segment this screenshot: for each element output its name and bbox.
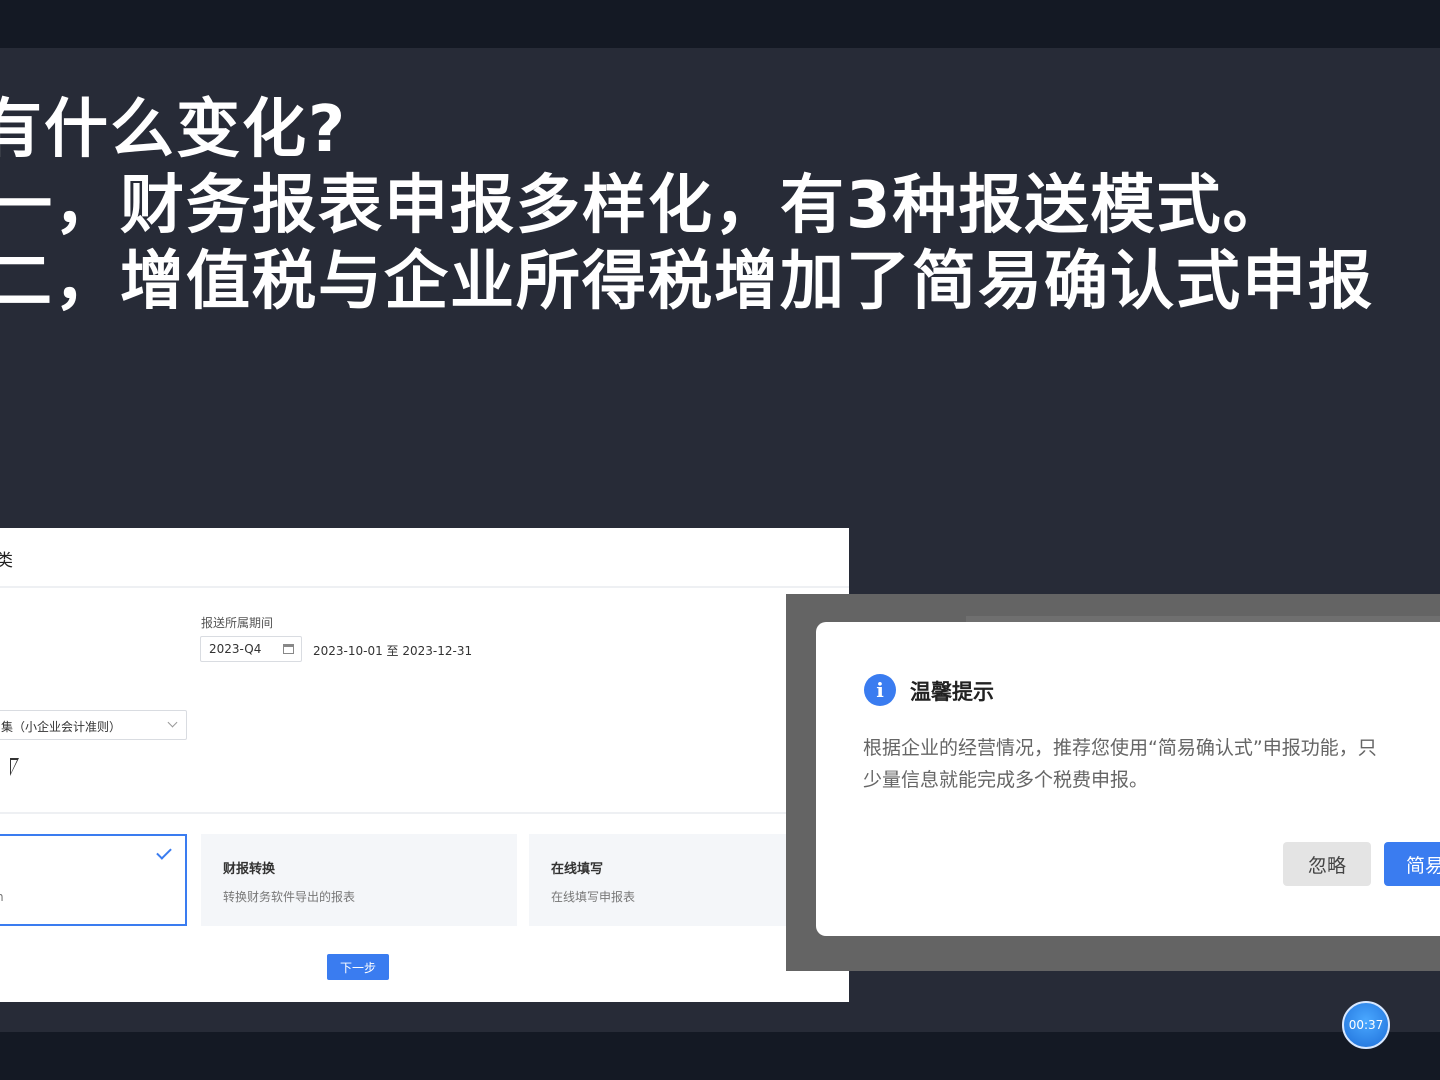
period-range: 2023-10-01 至 2023-12-31 xyxy=(313,644,473,658)
mode-card-report-conversion[interactable]: 财报转换 转换财务软件导出的报表 xyxy=(201,834,517,926)
next-step-button[interactable]: 下一步 xyxy=(327,954,389,980)
top-letterbox-bar xyxy=(0,0,1440,48)
report-type-panel: 类 报送所属期间 2023-Q4 2023-10-01 至 2023-12-31… xyxy=(0,528,849,1002)
headline-line-3: 二，增值税与企业所得税增加了简易确认式申报 xyxy=(0,245,1374,319)
headline-line-2: 一，财务报表申报多样化，有3种报送模式。 xyxy=(0,169,1289,243)
accounting-standard-value: 集（小企业会计准则） xyxy=(1,720,122,734)
divider xyxy=(0,812,849,814)
dialog-body-line: 根据企业的经营情况，推荐您使用“简易确认式”申报功能，只 xyxy=(863,737,1377,759)
bottom-letterbox-bar xyxy=(0,1032,1440,1080)
dialog-body: 根据企业的经营情况，推荐您使用“简易确认式”申报功能，只 少量信息就能完成多个税… xyxy=(863,732,1440,796)
mode-card-selected[interactable]: n xyxy=(0,834,187,926)
ignore-button[interactable]: 忽略 xyxy=(1283,842,1371,886)
info-icon: i xyxy=(864,674,896,706)
calendar-icon[interactable] xyxy=(283,644,294,654)
panel-title: 类 xyxy=(0,551,13,571)
headline-line-1: 有什么变化? xyxy=(0,93,348,167)
check-icon xyxy=(156,844,172,860)
period-value: 2023-Q4 xyxy=(209,642,262,656)
chevron-down-icon xyxy=(167,717,178,728)
tip-dialog: i 温馨提示 根据企业的经营情况，推荐您使用“简易确认式”申报功能，只 少量信息… xyxy=(816,622,1440,936)
period-label: 报送所属期间 xyxy=(201,616,274,630)
mode-card-title: 财报转换 xyxy=(223,862,276,877)
dialog-title: 温馨提示 xyxy=(910,680,994,704)
mode-card-desc: 在线填写申报表 xyxy=(551,890,636,904)
dialog-body-line: 少量信息就能完成多个税费申报。 xyxy=(863,769,1149,791)
dialog-overlay: i 温馨提示 根据企业的经营情况，推荐您使用“简易确认式”申报功能，只 少量信息… xyxy=(786,594,1440,971)
divider xyxy=(0,586,849,588)
mode-card-desc: n xyxy=(0,890,4,904)
mode-card-title: 在线填写 xyxy=(551,862,604,877)
accounting-standard-select[interactable]: 集（小企业会计准则） xyxy=(0,710,187,740)
mode-card-desc: 转换财务软件导出的报表 xyxy=(223,890,356,904)
period-date-picker[interactable]: 2023-Q4 xyxy=(200,636,302,662)
mouse-cursor-icon xyxy=(10,758,19,776)
video-timer-badge[interactable]: 00:37 xyxy=(1342,1001,1390,1049)
simple-confirm-button[interactable]: 简易 xyxy=(1384,842,1440,886)
